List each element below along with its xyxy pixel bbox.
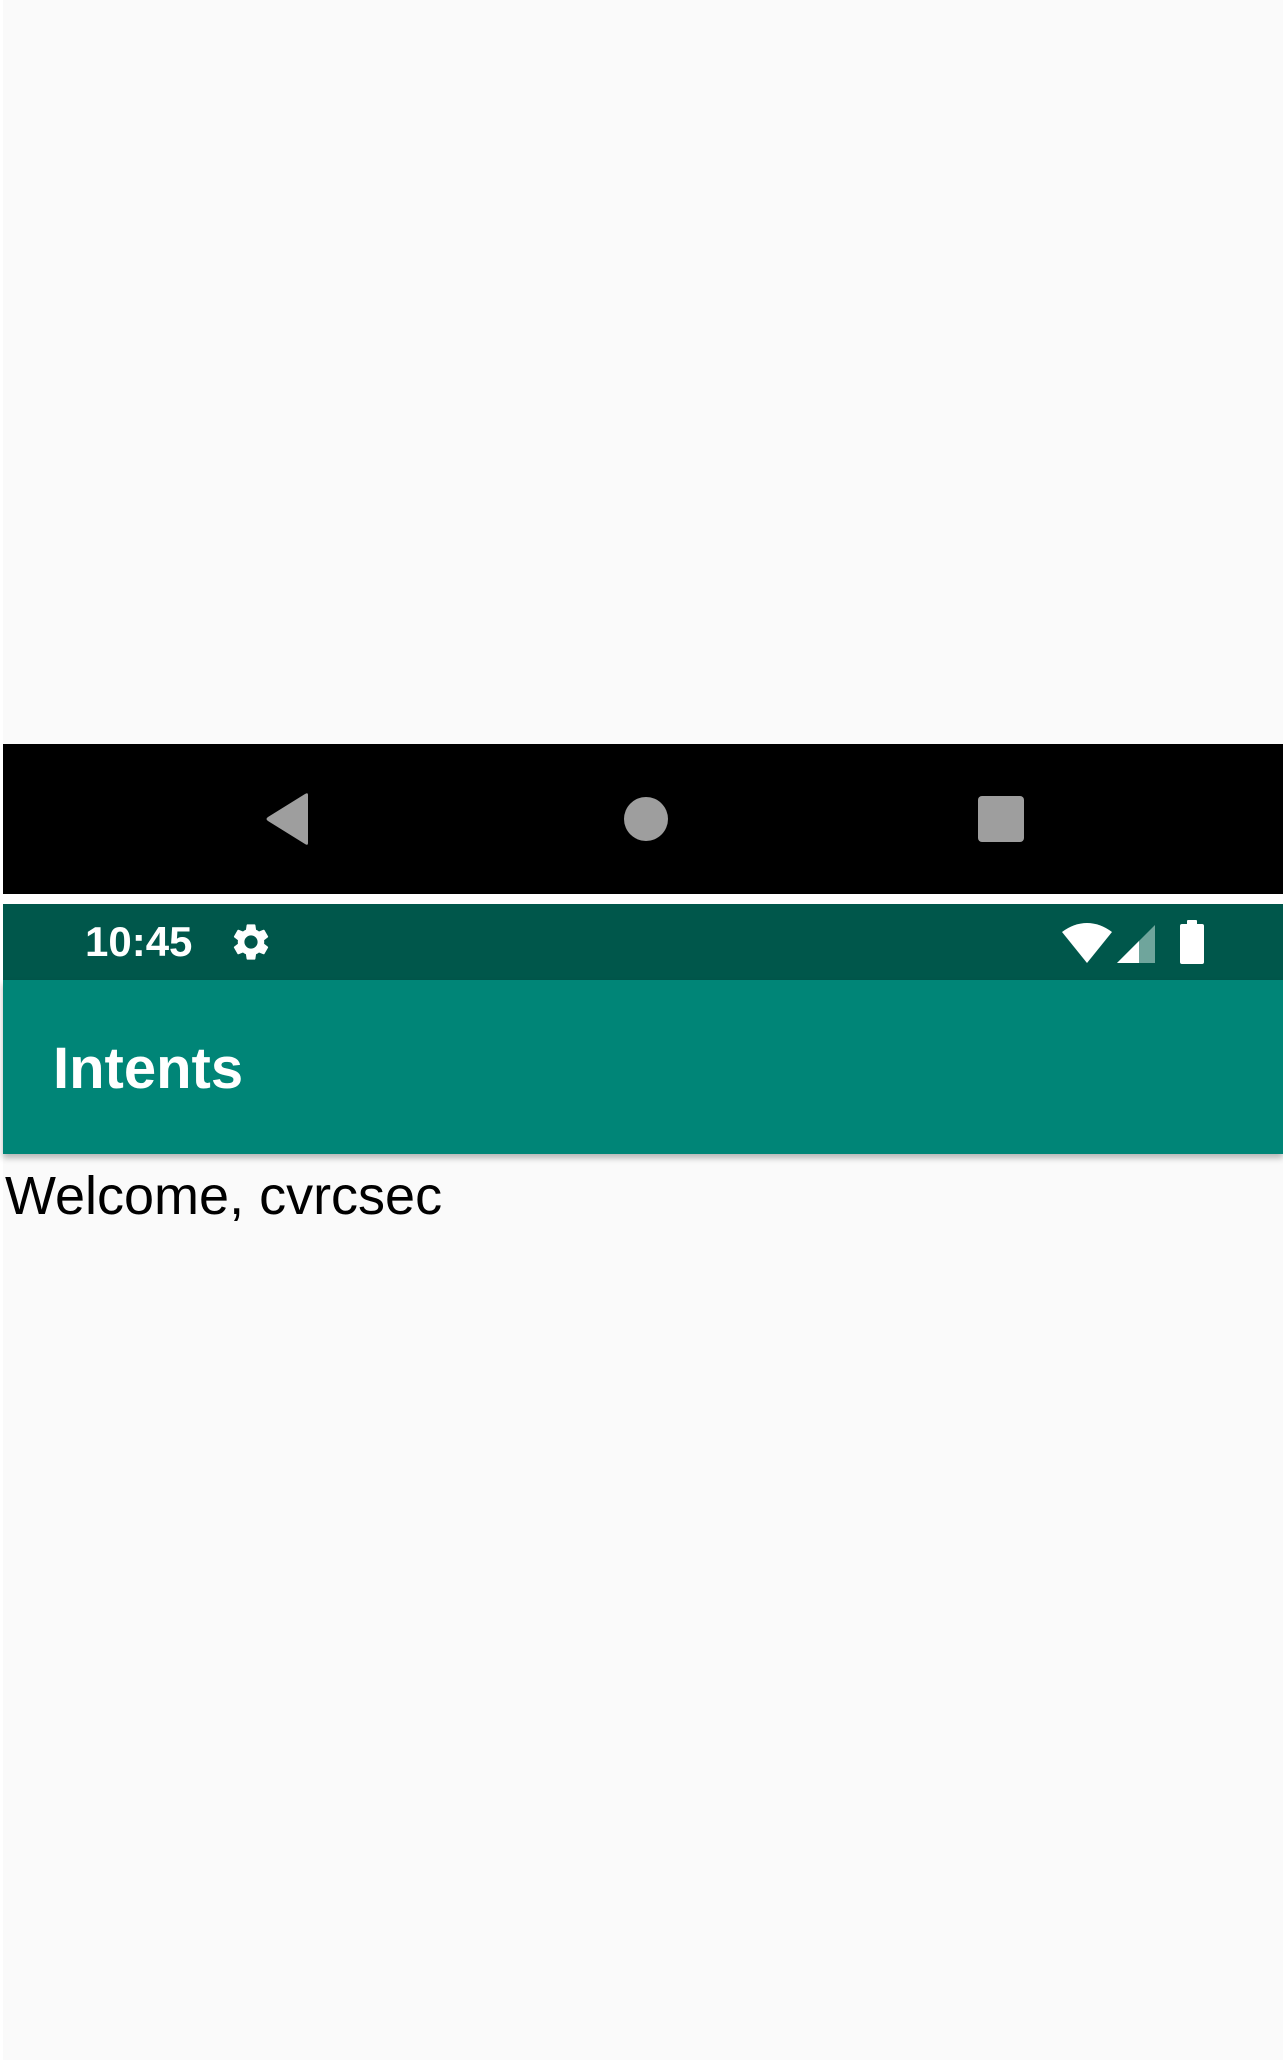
previous-screen-area [3,0,1283,744]
app-bar: Intents [3,980,1283,1154]
main-content: Welcome, cvrcsec [3,1154,1283,2060]
home-button[interactable] [586,744,706,894]
screen-divider [3,894,1283,904]
app-title: Intents [53,1036,244,1101]
status-time: 10:45 [85,918,193,965]
wifi-icon [1062,923,1112,963]
recents-button[interactable] [941,744,1061,894]
status-bar: 10:45 [3,904,1283,980]
home-circle-icon [624,797,668,841]
recents-square-icon [978,796,1024,842]
cell-signal-icon [1117,925,1155,963]
back-triangle-icon [266,793,308,845]
gear-icon [233,924,269,960]
system-navigation-bar [3,744,1283,894]
back-button[interactable] [228,744,348,894]
screen: 10:45 Intents Welcome, cvrcsec [3,0,1283,2060]
welcome-text: Welcome, cvrcsec [5,1166,443,1226]
battery-icon [1180,920,1204,964]
